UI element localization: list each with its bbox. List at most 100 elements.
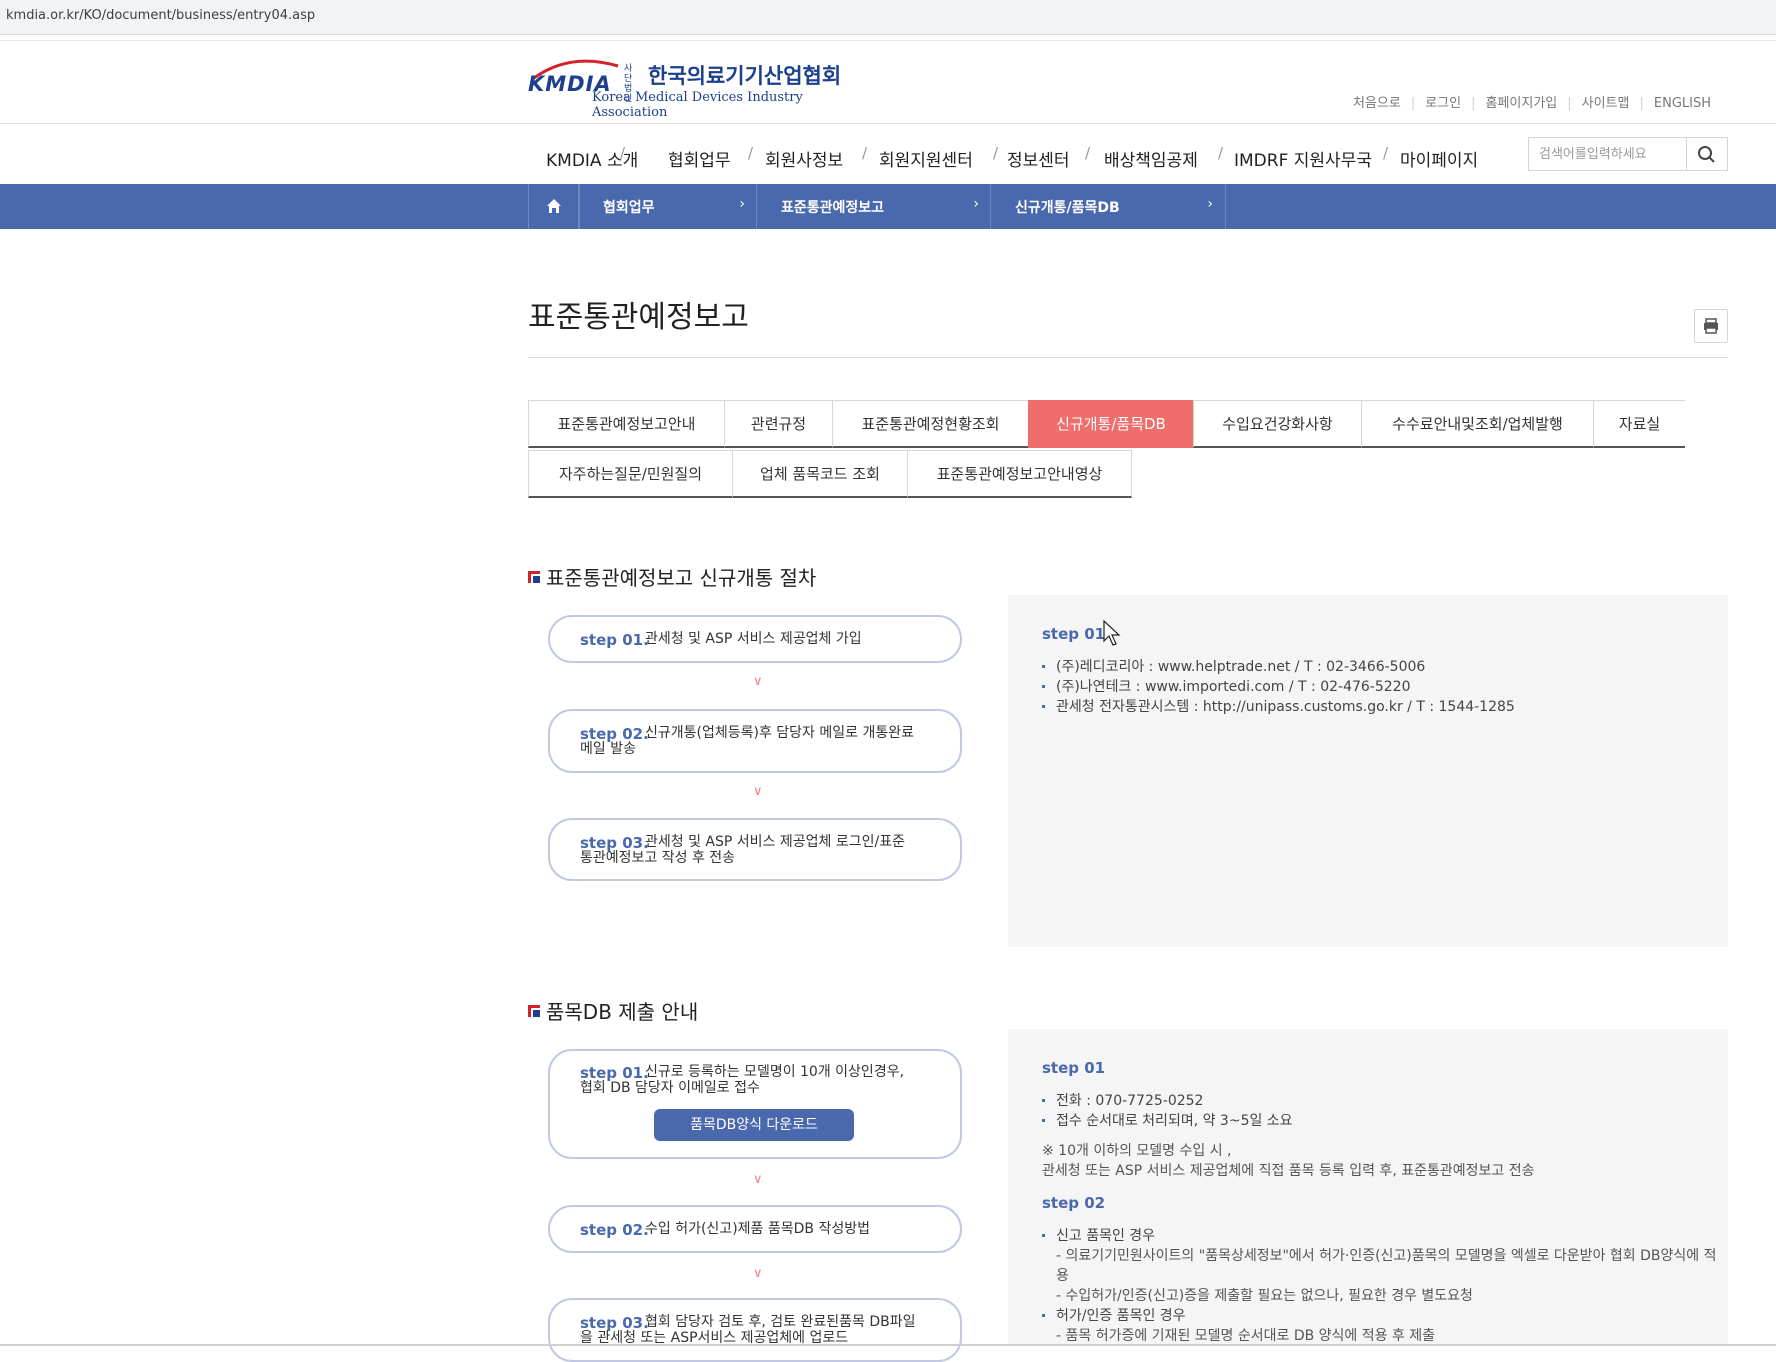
bullet-dot	[1042, 685, 1045, 688]
panel-item-text: 전화 : 070-7725-0252	[1056, 1093, 1204, 1109]
tab-fees[interactable]: 수수료안내및조회/업체발행	[1361, 400, 1593, 448]
print-button[interactable]	[1694, 309, 1728, 343]
browser-url-bar[interactable]: kmdia.or.kr/KO/document/business/entry04…	[0, 0, 1776, 35]
chevron-down-icon: ∨	[753, 674, 763, 689]
step-text: 수입 허가(신고)제품 품목DB 작성방법	[645, 1221, 870, 1237]
bullet-dot	[1042, 705, 1045, 708]
breadcrumb-home[interactable]	[528, 184, 580, 229]
bullet-dot	[1042, 665, 1045, 668]
util-home-link[interactable]: 처음으로	[1343, 92, 1411, 111]
step-label: step 01.	[580, 631, 649, 649]
site-logo[interactable]: KMDIA 사단법인 한국의료기기산업협회 Korea Medical Devi…	[528, 58, 858, 120]
chevron-down-icon: ∨	[753, 1172, 763, 1187]
util-login-link[interactable]: 로그인	[1415, 92, 1471, 111]
breadcrumb-item-business[interactable]: 협회업무 ›	[578, 184, 757, 229]
search-icon	[1698, 146, 1715, 163]
bullet-dot	[1042, 1099, 1045, 1102]
tab-new-db[interactable]: 신규개통/품목DB	[1028, 400, 1193, 448]
step-label: step 02.	[580, 1221, 649, 1239]
step-text: 관세청 및 ASP 서비스 제공업체 가입	[645, 631, 862, 647]
panel-list-item: 허가/인증 품목인 경우	[1042, 1305, 1186, 1325]
breadcrumb-item-customs[interactable]: 표준통관예정보고 ›	[756, 184, 991, 229]
chevron-right-icon: ›	[739, 196, 745, 212]
tab-faq[interactable]: 자주하는질문/민원질의	[528, 450, 732, 498]
url-text[interactable]: kmdia.or.kr/KO/document/business/entry04…	[6, 8, 315, 23]
chevron-right-icon: ›	[1207, 196, 1213, 212]
logo-name-ko: 한국의료기기산업협회	[648, 64, 842, 88]
tab-status-lookup[interactable]: 표준통관예정현황조회	[832, 400, 1028, 448]
nav-separator: /	[862, 144, 868, 162]
breadcrumb-item-new-db[interactable]: 신규개통/품목DB ›	[990, 184, 1226, 229]
section-1-title: 표준통관예정보고 신규개통 절차	[546, 566, 817, 590]
panel-list-item: (주)나연테크 : www.importedi.com / T : 02-476…	[1042, 676, 1410, 696]
nav-separator: /	[1383, 144, 1389, 162]
panel-note: ※ 10개 이하의 모델명 수입 시 ,	[1042, 1143, 1232, 1159]
nav-item-info-center[interactable]: 정보센터	[1007, 146, 1070, 171]
db-step-3: step 03. 협회 담당자 검토 후, 검토 완료된품목 DB파일 을 관세…	[548, 1298, 962, 1362]
panel-item-text: 관세청 전자통관시스템 : http://unipass.customs.go.…	[1056, 699, 1515, 715]
nav-item-liability[interactable]: 배상책임공제	[1104, 146, 1198, 171]
page-title: 표준통관예정보고	[528, 300, 749, 335]
section-2-title: 품목DB 제출 안내	[546, 1000, 699, 1024]
breadcrumb-label: 표준통관예정보고	[781, 200, 885, 216]
tab-guide[interactable]: 표준통관예정보고안내	[528, 400, 724, 448]
panel-item-text: 접수 순서대로 처리되며, 약 3~5일 소요	[1056, 1113, 1293, 1129]
step-text: 관세청 및 ASP 서비스 제공업체 로그인/표준	[645, 834, 905, 850]
step-text-cont: 통관예정보고 작성 후 전송	[580, 850, 736, 866]
panel-sub-text: - 의료기기민원사이트의 "품목상세정보"에서 허가·인증(신고)품목의 모델명…	[1056, 1248, 1717, 1264]
step-text: 신규로 등록하는 모델명이 10개 이상인경우,	[645, 1064, 905, 1080]
bullet-mark-icon	[528, 1005, 540, 1017]
proc-step-3: step 03. 관세청 및 ASP 서비스 제공업체 로그인/표준 통관예정보…	[548, 818, 962, 881]
nav-item-imdrf[interactable]: IMDRF 지원사무국	[1234, 146, 1372, 171]
panel-list-item: 신고 품목인 경우	[1042, 1225, 1155, 1245]
panel-note: 관세청 또는 ASP 서비스 제공업체에 직접 품목 등록 입력 후, 표준통관…	[1042, 1163, 1535, 1179]
tab-item-code[interactable]: 업체 품목코드 조회	[732, 450, 907, 498]
nav-separator: /	[748, 144, 754, 162]
panel-step-title: step 01	[1042, 1059, 1106, 1077]
db-form-download-button[interactable]: 품목DB양식 다운로드	[654, 1109, 854, 1141]
section-1-heading: 표준통관예정보고 신규개통 절차	[528, 562, 816, 591]
panel-list-item: 관세청 전자통관시스템 : http://unipass.customs.go.…	[1042, 696, 1515, 716]
panel-list-item: (주)레디코리아 : www.helptrade.net / T : 02-34…	[1042, 656, 1425, 676]
bullet-mark-icon	[528, 571, 540, 583]
mouse-cursor-icon	[1103, 619, 1121, 646]
tab-archive[interactable]: 자료실	[1593, 400, 1685, 448]
tab-import-requirements[interactable]: 수입요건강화사항	[1193, 400, 1361, 448]
tab-regulations[interactable]: 관련규정	[724, 400, 832, 448]
breadcrumb-bar: 협회업무 › 표준통관예정보고 › 신규개통/품목DB ›	[0, 184, 1776, 229]
step-text: 협회 담당자 검토 후, 검토 완료된품목 DB파일	[645, 1314, 916, 1330]
panel-item-text: 신고 품목인 경우	[1056, 1228, 1156, 1244]
nav-item-business[interactable]: 협회업무	[668, 146, 731, 171]
home-icon	[547, 199, 561, 213]
search-input[interactable]	[1537, 142, 1691, 166]
panel-sub-text: 용	[1056, 1268, 1069, 1284]
utility-links: 처음으로 | 로그인 | 홈페이지가입 | 사이트맵 | ENGLISH	[1343, 92, 1721, 111]
util-sitemap-link[interactable]: 사이트맵	[1572, 92, 1640, 111]
nav-item-members[interactable]: 회원사정보	[765, 146, 843, 171]
section-2-info-panel: step 01 전화 : 070-7725-0252 접수 순서대로 처리되며,…	[1008, 1029, 1728, 1346]
panel-sub-text: - 수입허가/인증(신고)증을 제출할 필요는 없으나, 필요한 경우 별도요청	[1056, 1288, 1473, 1304]
search-button[interactable]	[1686, 138, 1727, 170]
nav-item-mypage[interactable]: 마이페이지	[1400, 146, 1478, 171]
nav-item-member-support[interactable]: 회원지원센터	[879, 146, 973, 171]
db-step-1: step 01. 신규로 등록하는 모델명이 10개 이상인경우, 협회 DB …	[548, 1049, 962, 1159]
panel-list-item: 접수 순서대로 처리되며, 약 3~5일 소요	[1042, 1110, 1293, 1130]
util-join-link[interactable]: 홈페이지가입	[1475, 92, 1567, 111]
panel-item-text: 허가/인증 품목인 경우	[1056, 1308, 1186, 1324]
panel-sub-text: - 품목 허가증에 기재된 모델명 순서대로 DB 양식에 적용 후 제출	[1056, 1328, 1436, 1344]
breadcrumb-label: 협회업무	[603, 200, 655, 216]
logo-name-en: Korea Medical Devices Industry Associati…	[592, 90, 803, 120]
section-1-info-panel: step 01 (주)레디코리아 : www.helptrade.net / T…	[1008, 595, 1728, 947]
nav-separator: /	[1218, 144, 1224, 162]
chevron-right-icon: ›	[973, 196, 979, 212]
db-step-2: step 02. 수입 허가(신고)제품 품목DB 작성방법	[548, 1205, 962, 1253]
tab-guide-video[interactable]: 표준통관예정보고안내영상	[907, 450, 1132, 498]
site-header	[0, 41, 1776, 124]
util-english-link[interactable]: ENGLISH	[1644, 96, 1721, 111]
nav-separator: /	[1085, 144, 1091, 162]
section-2-heading: 품목DB 제출 안내	[528, 996, 698, 1025]
proc-step-1: step 01. 관세청 및 ASP 서비스 제공업체 가입	[548, 615, 962, 663]
title-divider	[528, 357, 1728, 358]
panel-item-text: (주)레디코리아 : www.helptrade.net / T : 02-34…	[1056, 659, 1426, 675]
chevron-down-icon: ∨	[753, 1266, 763, 1281]
